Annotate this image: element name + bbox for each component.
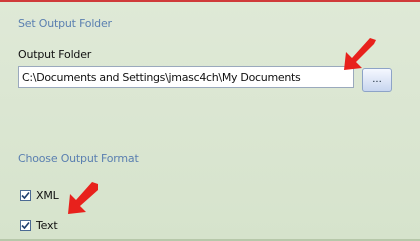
output-format-section-title: Choose Output Format <box>18 152 139 165</box>
red-arrow-icon <box>68 182 98 214</box>
output-folder-section-title: Set Output Folder <box>18 17 112 30</box>
top-border <box>0 0 420 2</box>
red-arrow-icon <box>344 38 376 70</box>
xml-option-label: XML <box>36 188 59 202</box>
checkmark-icon <box>21 221 30 229</box>
text-option-row[interactable]: Text <box>20 218 58 232</box>
options-panel: Set Output Folder Output Folder ... Choo… <box>0 0 420 241</box>
output-folder-label: Output Folder <box>18 48 92 61</box>
output-folder-path-input[interactable] <box>18 66 354 88</box>
checkmark-icon <box>21 191 30 199</box>
text-checkbox[interactable] <box>20 219 31 231</box>
xml-option-row[interactable]: XML <box>20 188 59 202</box>
xml-checkbox[interactable] <box>20 189 31 201</box>
text-option-label: Text <box>36 218 58 232</box>
